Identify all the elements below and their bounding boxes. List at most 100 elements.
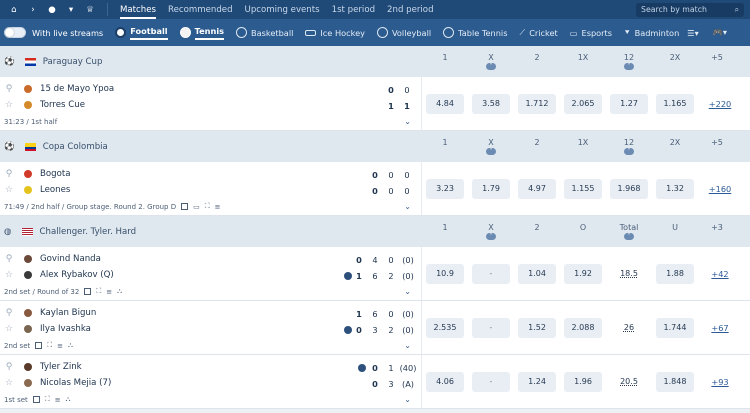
chevron-down-icon[interactable]: ˅ xyxy=(486,148,496,155)
tab-2nd-period[interactable]: 2nd period xyxy=(387,0,433,19)
tab-recommended[interactable]: Recommended xyxy=(168,0,233,19)
chart-icon[interactable]: ⛶ xyxy=(45,395,50,404)
home-icon[interactable]: ⌂ xyxy=(6,5,22,15)
more-markets-link[interactable]: +93 xyxy=(702,377,738,387)
more-markets-link[interactable]: +42 xyxy=(702,269,738,279)
pin-icon[interactable]: ⚲ xyxy=(4,84,14,94)
odd-button[interactable]: 1.712 xyxy=(518,93,556,114)
odd-button[interactable]: 4.97 xyxy=(518,178,556,199)
star-icon[interactable]: ☆ xyxy=(4,270,14,280)
pin-icon[interactable]: ⚲ xyxy=(4,362,14,372)
star-icon[interactable]: ☆ xyxy=(4,324,14,334)
grid-icon[interactable] xyxy=(32,396,40,403)
odd-button[interactable]: 1.968 xyxy=(610,178,648,199)
pin-icon[interactable]: ⚲ xyxy=(4,169,14,179)
pin-icon[interactable]: ⚲ xyxy=(4,254,14,264)
odd-button[interactable]: 1.96 xyxy=(564,371,602,392)
odd-button[interactable]: 1.27 xyxy=(610,93,648,114)
odd-button[interactable]: 1.744 xyxy=(656,317,694,338)
stats-icon[interactable]: ≡ xyxy=(106,288,112,296)
odd-button[interactable]: 4.06 xyxy=(426,371,464,392)
chart-icon[interactable]: ⛶ xyxy=(47,341,52,350)
trophy-icon[interactable]: ♕ xyxy=(82,5,98,15)
total-value[interactable]: 18.5 xyxy=(610,264,648,284)
odd-button[interactable]: 1.04 xyxy=(518,263,556,284)
chevron-down-icon[interactable]: ▾ xyxy=(63,5,79,15)
grid-icon[interactable] xyxy=(35,342,43,349)
total-value[interactable]: 20.5 xyxy=(610,372,648,392)
odd-button[interactable]: - xyxy=(472,263,510,284)
court-icon[interactable]: ⛬ xyxy=(117,287,122,296)
sport-volleyball[interactable]: Volleyball xyxy=(376,27,431,38)
odd-button[interactable]: 1.155 xyxy=(564,178,602,199)
football-icon[interactable]: ● xyxy=(44,5,60,15)
search-icon[interactable]: ⌕ xyxy=(735,5,739,15)
sport-football[interactable]: Football xyxy=(115,26,168,40)
grid-icon[interactable] xyxy=(181,203,189,210)
match-row[interactable]: ⚲ Kaylan Bigun ☆ Ilya Ivashka 1 6 0 (0) 0 … xyxy=(0,301,750,355)
chevron-down-icon[interactable]: ⌄ xyxy=(404,341,411,350)
chevron-down-icon[interactable]: ˅ xyxy=(624,148,634,155)
col-total[interactable]: Total ˅ xyxy=(606,223,652,240)
tab-matches[interactable]: Matches xyxy=(120,0,156,19)
sport-cricket[interactable]: ⟋ Cricket xyxy=(519,27,557,38)
odd-button[interactable]: 2.535 xyxy=(426,317,464,338)
chevron-down-icon[interactable]: ˅ xyxy=(624,63,634,70)
star-icon[interactable]: ☆ xyxy=(4,378,14,388)
star-icon[interactable]: ☆ xyxy=(4,100,14,110)
chart-icon[interactable]: ⛶ xyxy=(96,287,101,296)
live-streams-toggle[interactable] xyxy=(4,27,26,38)
more-markets-link[interactable]: +160 xyxy=(702,184,738,194)
sport-ice-hockey[interactable]: Ice Hockey xyxy=(305,28,365,38)
match-row[interactable]: ⚲ Bogota ☆ Leones 0 0 0 0 0 0 71:49 / 2nd … xyxy=(0,162,750,216)
col-x[interactable]: X ˅ xyxy=(468,138,514,155)
col-12[interactable]: 12 ˅ xyxy=(606,53,652,70)
tab-1st-period[interactable]: 1st period xyxy=(332,0,375,19)
stats-icon[interactable]: ≡ xyxy=(57,342,63,350)
field-icon[interactable]: ▭ xyxy=(193,203,200,211)
pin-icon[interactable]: ⚲ xyxy=(4,308,14,318)
odd-button[interactable]: 3.23 xyxy=(426,178,464,199)
sport-table-tennis[interactable]: Table Tennis xyxy=(443,27,507,38)
odd-button[interactable]: 1.848 xyxy=(656,371,694,392)
sport-badminton[interactable]: ⯆ Badminton xyxy=(624,27,679,38)
odd-button[interactable]: 1.79 xyxy=(472,178,510,199)
odd-button[interactable]: 1.24 xyxy=(518,371,556,392)
col-x[interactable]: X ˅ xyxy=(468,53,514,70)
sport-tennis[interactable]: Tennis xyxy=(179,26,225,40)
odd-button[interactable]: 1.92 xyxy=(564,263,602,284)
match-row[interactable]: ⚲ Tyler Zink ☆ Nicolas Mejia (7) 0 1 (40) … xyxy=(0,355,750,409)
odd-button[interactable]: 1.165 xyxy=(656,93,694,114)
court-icon[interactable]: ⛬ xyxy=(66,395,71,404)
total-value[interactable]: 26 xyxy=(610,318,648,338)
tab-upcoming-events[interactable]: Upcoming events xyxy=(245,0,320,19)
chevron-down-icon[interactable]: ⌄ xyxy=(404,117,411,126)
court-icon[interactable]: ⛬ xyxy=(68,341,73,350)
more-sports-button[interactable]: ☰▾ xyxy=(687,28,698,38)
chevron-down-icon[interactable]: ⌄ xyxy=(404,395,411,404)
odd-button[interactable]: 2.088 xyxy=(564,317,602,338)
match-row[interactable]: ⚲ 15 de Mayo Ypoa ☆ Torres Cue 0 0 1 1 31:… xyxy=(0,77,750,131)
col-x[interactable]: X ˅ xyxy=(468,223,514,240)
odd-button[interactable]: - xyxy=(472,371,510,392)
stats-icon[interactable]: ≡ xyxy=(215,203,221,211)
chevron-down-icon[interactable]: ˅ xyxy=(486,63,496,70)
star-icon[interactable]: ☆ xyxy=(4,185,14,195)
odd-button[interactable]: 2.065 xyxy=(564,93,602,114)
chevron-right-icon[interactable]: › xyxy=(25,5,41,15)
odd-button[interactable]: 10.9 xyxy=(426,263,464,284)
chevron-down-icon[interactable]: ˅ xyxy=(486,233,496,240)
col-12[interactable]: 12 ˅ xyxy=(606,138,652,155)
odd-button[interactable]: 1.32 xyxy=(656,178,694,199)
odd-button[interactable]: 3.58 xyxy=(472,93,510,114)
chevron-down-icon[interactable]: ˅ xyxy=(624,233,634,240)
odd-button[interactable]: 4.84 xyxy=(426,93,464,114)
sport-esports[interactable]: ▭ Esports xyxy=(570,28,612,38)
chart-icon[interactable]: ⛶ xyxy=(205,202,210,211)
more-markets-link[interactable]: +67 xyxy=(702,323,738,333)
grid-icon[interactable] xyxy=(84,288,92,295)
search-input[interactable]: Search by match ⌕ xyxy=(636,2,744,17)
sport-basketball[interactable]: Basketball xyxy=(236,27,293,38)
odd-button[interactable]: 1.88 xyxy=(656,263,694,284)
odd-button[interactable]: 1.52 xyxy=(518,317,556,338)
